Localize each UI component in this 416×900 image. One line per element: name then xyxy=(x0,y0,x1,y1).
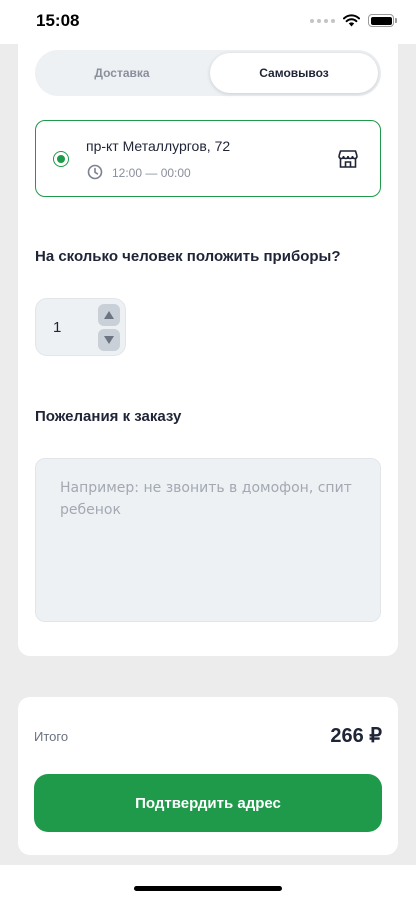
arrow-down-icon xyxy=(104,336,114,344)
tab-delivery[interactable]: Доставка xyxy=(38,53,206,93)
pickup-hours: 12:00 — 00:00 xyxy=(112,166,191,180)
radio-selected-dot xyxy=(57,155,65,163)
arrow-up-icon xyxy=(104,311,114,319)
pickup-point-option[interactable]: пр-кт Металлургов, 72 12:00 — 00:00 xyxy=(35,120,381,197)
cellular-signal-icon xyxy=(310,18,335,23)
home-indicator-area xyxy=(0,865,416,900)
total-label: Итого xyxy=(34,729,69,744)
order-summary-card: Итого 266 ₽ Подтвердить адрес xyxy=(18,697,398,855)
tab-pickup[interactable]: Самовывоз xyxy=(210,53,378,93)
store-icon xyxy=(338,150,358,168)
pickup-address: пр-кт Металлургов, 72 xyxy=(86,138,231,154)
confirm-address-button[interactable]: Подтвердить адрес xyxy=(34,774,382,832)
home-indicator[interactable] xyxy=(134,886,282,891)
status-time: 15:08 xyxy=(36,11,80,30)
screen: 15:08 Доставка Самовывоз пр-кт Металлург… xyxy=(0,0,416,900)
battery-icon xyxy=(368,14,397,27)
order-wishes-input[interactable] xyxy=(35,458,381,622)
status-bar: 15:08 xyxy=(0,0,416,44)
order-wishes-title: Пожелания к заказу xyxy=(35,408,182,425)
wifi-icon xyxy=(343,14,360,27)
status-icons xyxy=(310,14,397,27)
cutlery-quantity-stepper: 1 xyxy=(35,298,126,356)
cutlery-question: На сколько человек положить приборы? xyxy=(35,248,341,265)
pickup-radio-button[interactable] xyxy=(53,151,69,167)
delivery-method-switch: Доставка Самовывоз xyxy=(35,50,381,96)
order-details-card: Доставка Самовывоз пр-кт Металлургов, 72… xyxy=(18,44,398,656)
increment-button[interactable] xyxy=(98,304,120,326)
decrement-button[interactable] xyxy=(98,329,120,351)
clock-icon xyxy=(87,164,103,180)
total-amount: 266 ₽ xyxy=(330,725,382,747)
cutlery-count: 1 xyxy=(53,319,62,336)
